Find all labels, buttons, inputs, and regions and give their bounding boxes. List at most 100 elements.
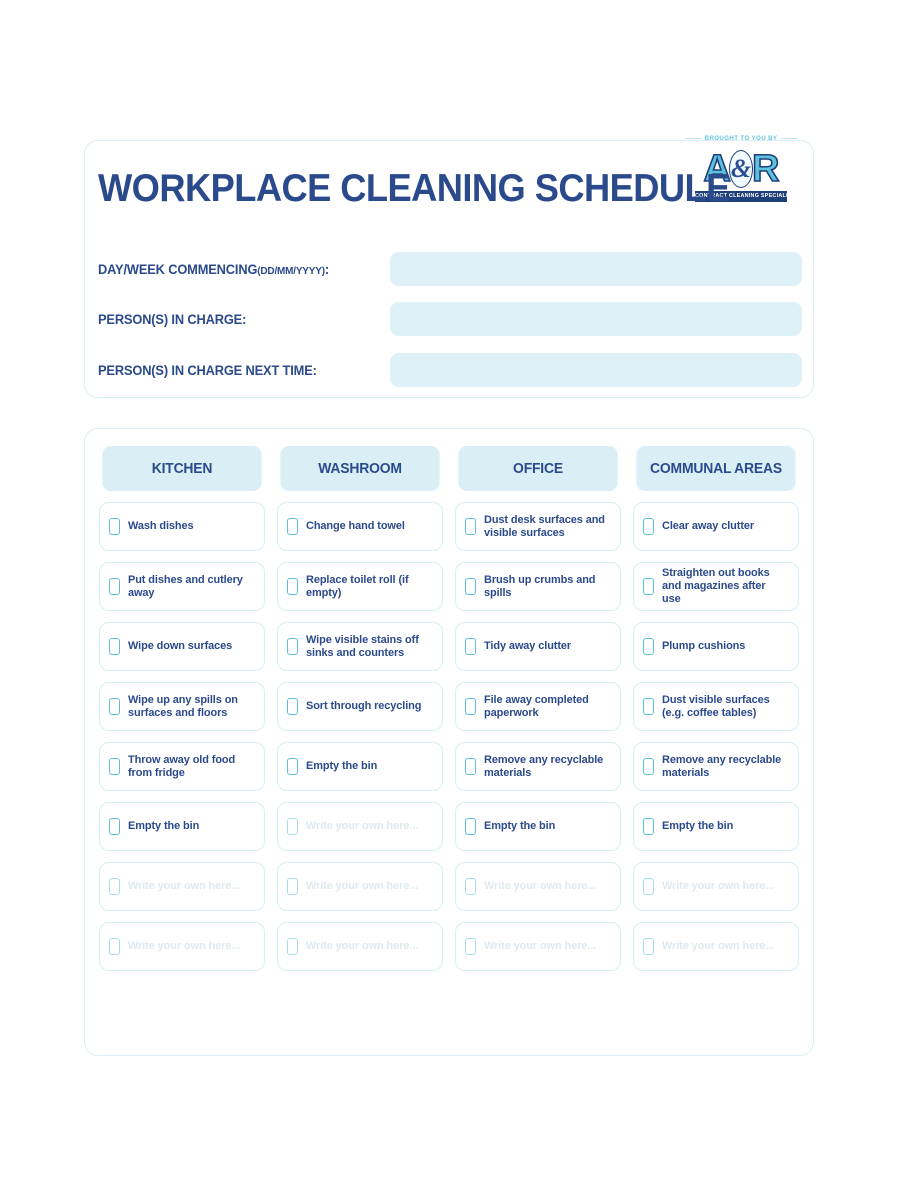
checkbox-icon[interactable]	[287, 638, 298, 655]
checkbox-icon[interactable]	[465, 638, 476, 655]
task-label: Clear away clutter	[662, 520, 755, 532]
task-row[interactable]: Empty the bin	[277, 742, 443, 791]
checkbox-icon[interactable]	[465, 698, 476, 715]
checkbox-icon[interactable]	[465, 518, 476, 535]
task-row-blank[interactable]: Write your own here...	[455, 922, 621, 971]
task-row[interactable]: Wash dishes	[99, 502, 265, 551]
task-row[interactable]: Remove any recyclable materials	[633, 742, 799, 791]
task-row[interactable]: Put dishes and cutlery away	[99, 562, 265, 611]
checkbox-icon[interactable]	[643, 818, 654, 835]
column-header-kitchen: KITCHEN	[102, 446, 262, 491]
task-row-blank[interactable]: Write your own here...	[455, 862, 621, 911]
input-persons-in-charge[interactable]	[390, 302, 802, 336]
task-row[interactable]: Empty the bin	[99, 802, 265, 851]
task-label: Empty the bin	[128, 820, 200, 832]
header-panel: BROUGHT TO YOU BY A & R CONTRACT CLEANIN…	[84, 135, 814, 398]
task-row[interactable]: Wipe up any spills on surfaces and floor…	[99, 682, 265, 731]
label-text: DAY/WEEK COMMENCING	[98, 261, 258, 277]
brought-to-you-by-row: BROUGHT TO YOU BY	[685, 132, 798, 144]
checkbox-icon[interactable]	[643, 698, 654, 715]
checkbox-icon[interactable]	[109, 698, 120, 715]
task-row-blank[interactable]: Write your own here...	[633, 862, 799, 911]
task-row-blank[interactable]: Write your own here...	[277, 922, 443, 971]
checkbox-icon[interactable]	[643, 578, 654, 595]
form-row-day-week-commencing: DAY/WEEK COMMENCING(DD/MM/YYYY):	[98, 251, 802, 287]
task-label: Empty the bin	[662, 820, 734, 832]
task-row[interactable]: Replace toilet roll (if empty)	[277, 562, 443, 611]
task-label: Write your own here...	[306, 880, 419, 892]
label-colon: :	[242, 311, 247, 327]
input-persons-in-charge-next-time[interactable]	[390, 353, 802, 387]
decorative-line-left	[685, 137, 701, 139]
checkbox-icon[interactable]	[287, 578, 298, 595]
form-row-persons-in-charge: PERSON(S) IN CHARGE:	[98, 301, 802, 337]
label-persons-in-charge: PERSON(S) IN CHARGE:	[98, 312, 375, 327]
task-row[interactable]: Empty the bin	[633, 802, 799, 851]
checkbox-icon[interactable]	[109, 518, 120, 535]
task-label: Dust visible surfaces (e.g. coffee table…	[662, 693, 770, 719]
checkbox-icon[interactable]	[465, 818, 476, 835]
checkbox-icon[interactable]	[109, 578, 120, 595]
checkbox-icon[interactable]	[287, 938, 298, 955]
task-label: Wipe down surfaces	[128, 640, 233, 652]
task-row-blank[interactable]: Write your own here...	[633, 922, 799, 971]
task-row[interactable]: Dust desk surfaces and visible surfaces	[455, 502, 621, 551]
task-row[interactable]: Dust visible surfaces (e.g. coffee table…	[633, 682, 799, 731]
brought-to-you-by-label: BROUGHT TO YOU BY	[704, 134, 778, 142]
checkbox-icon[interactable]	[287, 878, 298, 895]
task-label: Write your own here...	[306, 820, 419, 832]
task-row[interactable]: File away completed paperwork	[455, 682, 621, 731]
checkbox-icon[interactable]	[109, 938, 120, 955]
input-day-week-commencing[interactable]	[390, 252, 802, 286]
task-label: Wipe up any spills on surfaces and floor…	[128, 693, 238, 719]
task-label: Write your own here...	[484, 940, 597, 952]
checklist-column: WASHROOM Change hand towel Replace toilet …	[277, 446, 443, 1039]
checkbox-icon[interactable]	[287, 698, 298, 715]
task-row[interactable]: Empty the bin	[455, 802, 621, 851]
checkbox-icon[interactable]	[109, 638, 120, 655]
checkbox-icon[interactable]	[465, 758, 476, 775]
checkbox-icon[interactable]	[109, 878, 120, 895]
task-row-blank[interactable]: Write your own here...	[277, 802, 443, 851]
checkbox-icon[interactable]	[643, 638, 654, 655]
checkbox-icon[interactable]	[109, 758, 120, 775]
form-row-persons-in-charge-next-time: PERSON(S) IN CHARGE NEXT TIME:	[98, 352, 802, 388]
task-label: Sort through recycling	[306, 700, 422, 712]
task-row[interactable]: Throw away old food from fridge	[99, 742, 265, 791]
task-row[interactable]: Change hand towel	[277, 502, 443, 551]
task-row[interactable]: Brush up crumbs and spills	[455, 562, 621, 611]
task-row-blank[interactable]: Write your own here...	[277, 862, 443, 911]
task-row[interactable]: Clear away clutter	[633, 502, 799, 551]
task-row[interactable]: Straighten out books and magazines after…	[633, 562, 799, 611]
task-row-blank[interactable]: Write your own here...	[99, 922, 265, 971]
checkbox-icon[interactable]	[643, 758, 654, 775]
cleaning-schedule-page: BROUGHT TO YOU BY A & R CONTRACT CLEANIN…	[0, 0, 900, 1200]
task-label: File away completed paperwork	[484, 693, 589, 719]
task-row[interactable]: Plump cushions	[633, 622, 799, 671]
task-row[interactable]: Wipe visible stains off sinks and counte…	[277, 622, 443, 671]
logo-letter-r: R	[751, 148, 780, 190]
checkbox-icon[interactable]	[109, 818, 120, 835]
checkbox-icon[interactable]	[643, 938, 654, 955]
task-label: Straighten out books and magazines after…	[662, 567, 770, 605]
checkbox-icon[interactable]	[465, 878, 476, 895]
task-label: Tidy away clutter	[484, 640, 572, 652]
checkbox-icon[interactable]	[287, 518, 298, 535]
checkbox-icon[interactable]	[465, 578, 476, 595]
task-row[interactable]: Tidy away clutter	[455, 622, 621, 671]
task-row[interactable]: Wipe down surfaces	[99, 622, 265, 671]
logo-ampersand-badge: &	[728, 149, 754, 189]
task-label: Write your own here...	[484, 880, 597, 892]
task-label: Replace toilet roll (if empty)	[306, 573, 409, 599]
checkbox-icon[interactable]	[287, 758, 298, 775]
checkbox-icon[interactable]	[643, 878, 654, 895]
task-row[interactable]: Remove any recyclable materials	[455, 742, 621, 791]
task-label: Write your own here...	[662, 880, 775, 892]
task-label: Plump cushions	[662, 640, 746, 652]
task-label: Dust desk surfaces and visible surfaces	[484, 513, 605, 539]
task-row-blank[interactable]: Write your own here...	[99, 862, 265, 911]
task-row[interactable]: Sort through recycling	[277, 682, 443, 731]
checkbox-icon[interactable]	[287, 818, 298, 835]
checkbox-icon[interactable]	[465, 938, 476, 955]
checkbox-icon[interactable]	[643, 518, 654, 535]
